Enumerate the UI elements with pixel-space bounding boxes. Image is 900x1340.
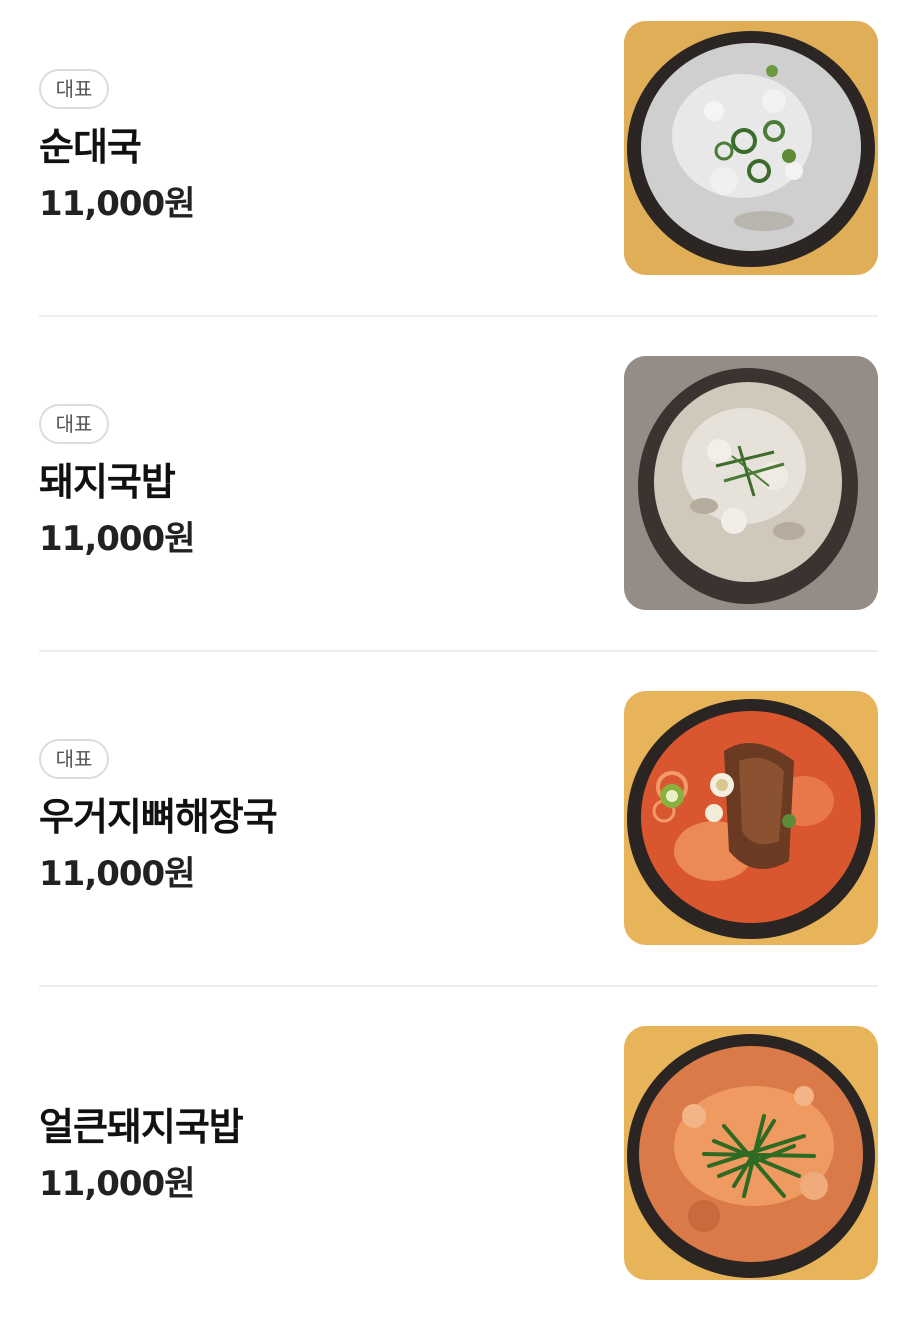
signature-badge: 대표 xyxy=(39,404,109,444)
menu-item-sundaeguk[interactable]: 대표 순대국 11,000원 xyxy=(0,0,900,335)
menu-item-eolkeun-dwaeji-gukbap[interactable]: 얼큰돼지국밥 11,000원 xyxy=(0,1005,900,1340)
soup-photo-icon xyxy=(624,356,878,610)
soup-photo-icon xyxy=(624,691,878,945)
menu-item-ugeoji-haejangguk[interactable]: 대표 우거지뼈해장국 11,000원 xyxy=(0,670,900,1005)
divider xyxy=(39,315,878,317)
menu-item-photo[interactable] xyxy=(624,21,878,275)
menu-item-name: 얼큰돼지국밥 xyxy=(39,1105,244,1149)
menu-item-photo[interactable] xyxy=(624,1026,878,1280)
menu-item-price: 11,000원 xyxy=(39,1164,195,1204)
menu-item-info: 얼큰돼지국밥 11,000원 xyxy=(39,1005,579,1340)
menu-item-photo[interactable] xyxy=(624,356,878,610)
signature-badge: 대표 xyxy=(39,739,109,779)
soup-photo-icon xyxy=(624,21,878,275)
menu-item-info: 대표 우거지뼈해장국 11,000원 xyxy=(39,670,579,1005)
divider xyxy=(39,650,878,652)
menu-item-price: 11,000원 xyxy=(39,184,195,224)
menu-item-photo[interactable] xyxy=(624,691,878,945)
menu-item-dwaeji-gukbap[interactable]: 대표 돼지국밥 11,000원 xyxy=(0,335,900,670)
menu-item-info: 대표 순대국 11,000원 xyxy=(39,0,579,335)
menu-item-name: 우거지뼈해장국 xyxy=(39,795,278,839)
soup-photo-icon xyxy=(624,1026,878,1280)
menu-item-name: 순대국 xyxy=(39,125,142,169)
menu-item-price: 11,000원 xyxy=(39,519,195,559)
menu-item-info: 대표 돼지국밥 11,000원 xyxy=(39,335,579,670)
menu-list: 대표 순대국 11,000원 대표 돼지국밥 11,000원 대표 우거지뼈해장… xyxy=(0,0,900,1305)
menu-item-price: 11,000원 xyxy=(39,854,195,894)
signature-badge: 대표 xyxy=(39,69,109,109)
divider xyxy=(39,985,878,987)
menu-item-name: 돼지국밥 xyxy=(39,460,176,504)
